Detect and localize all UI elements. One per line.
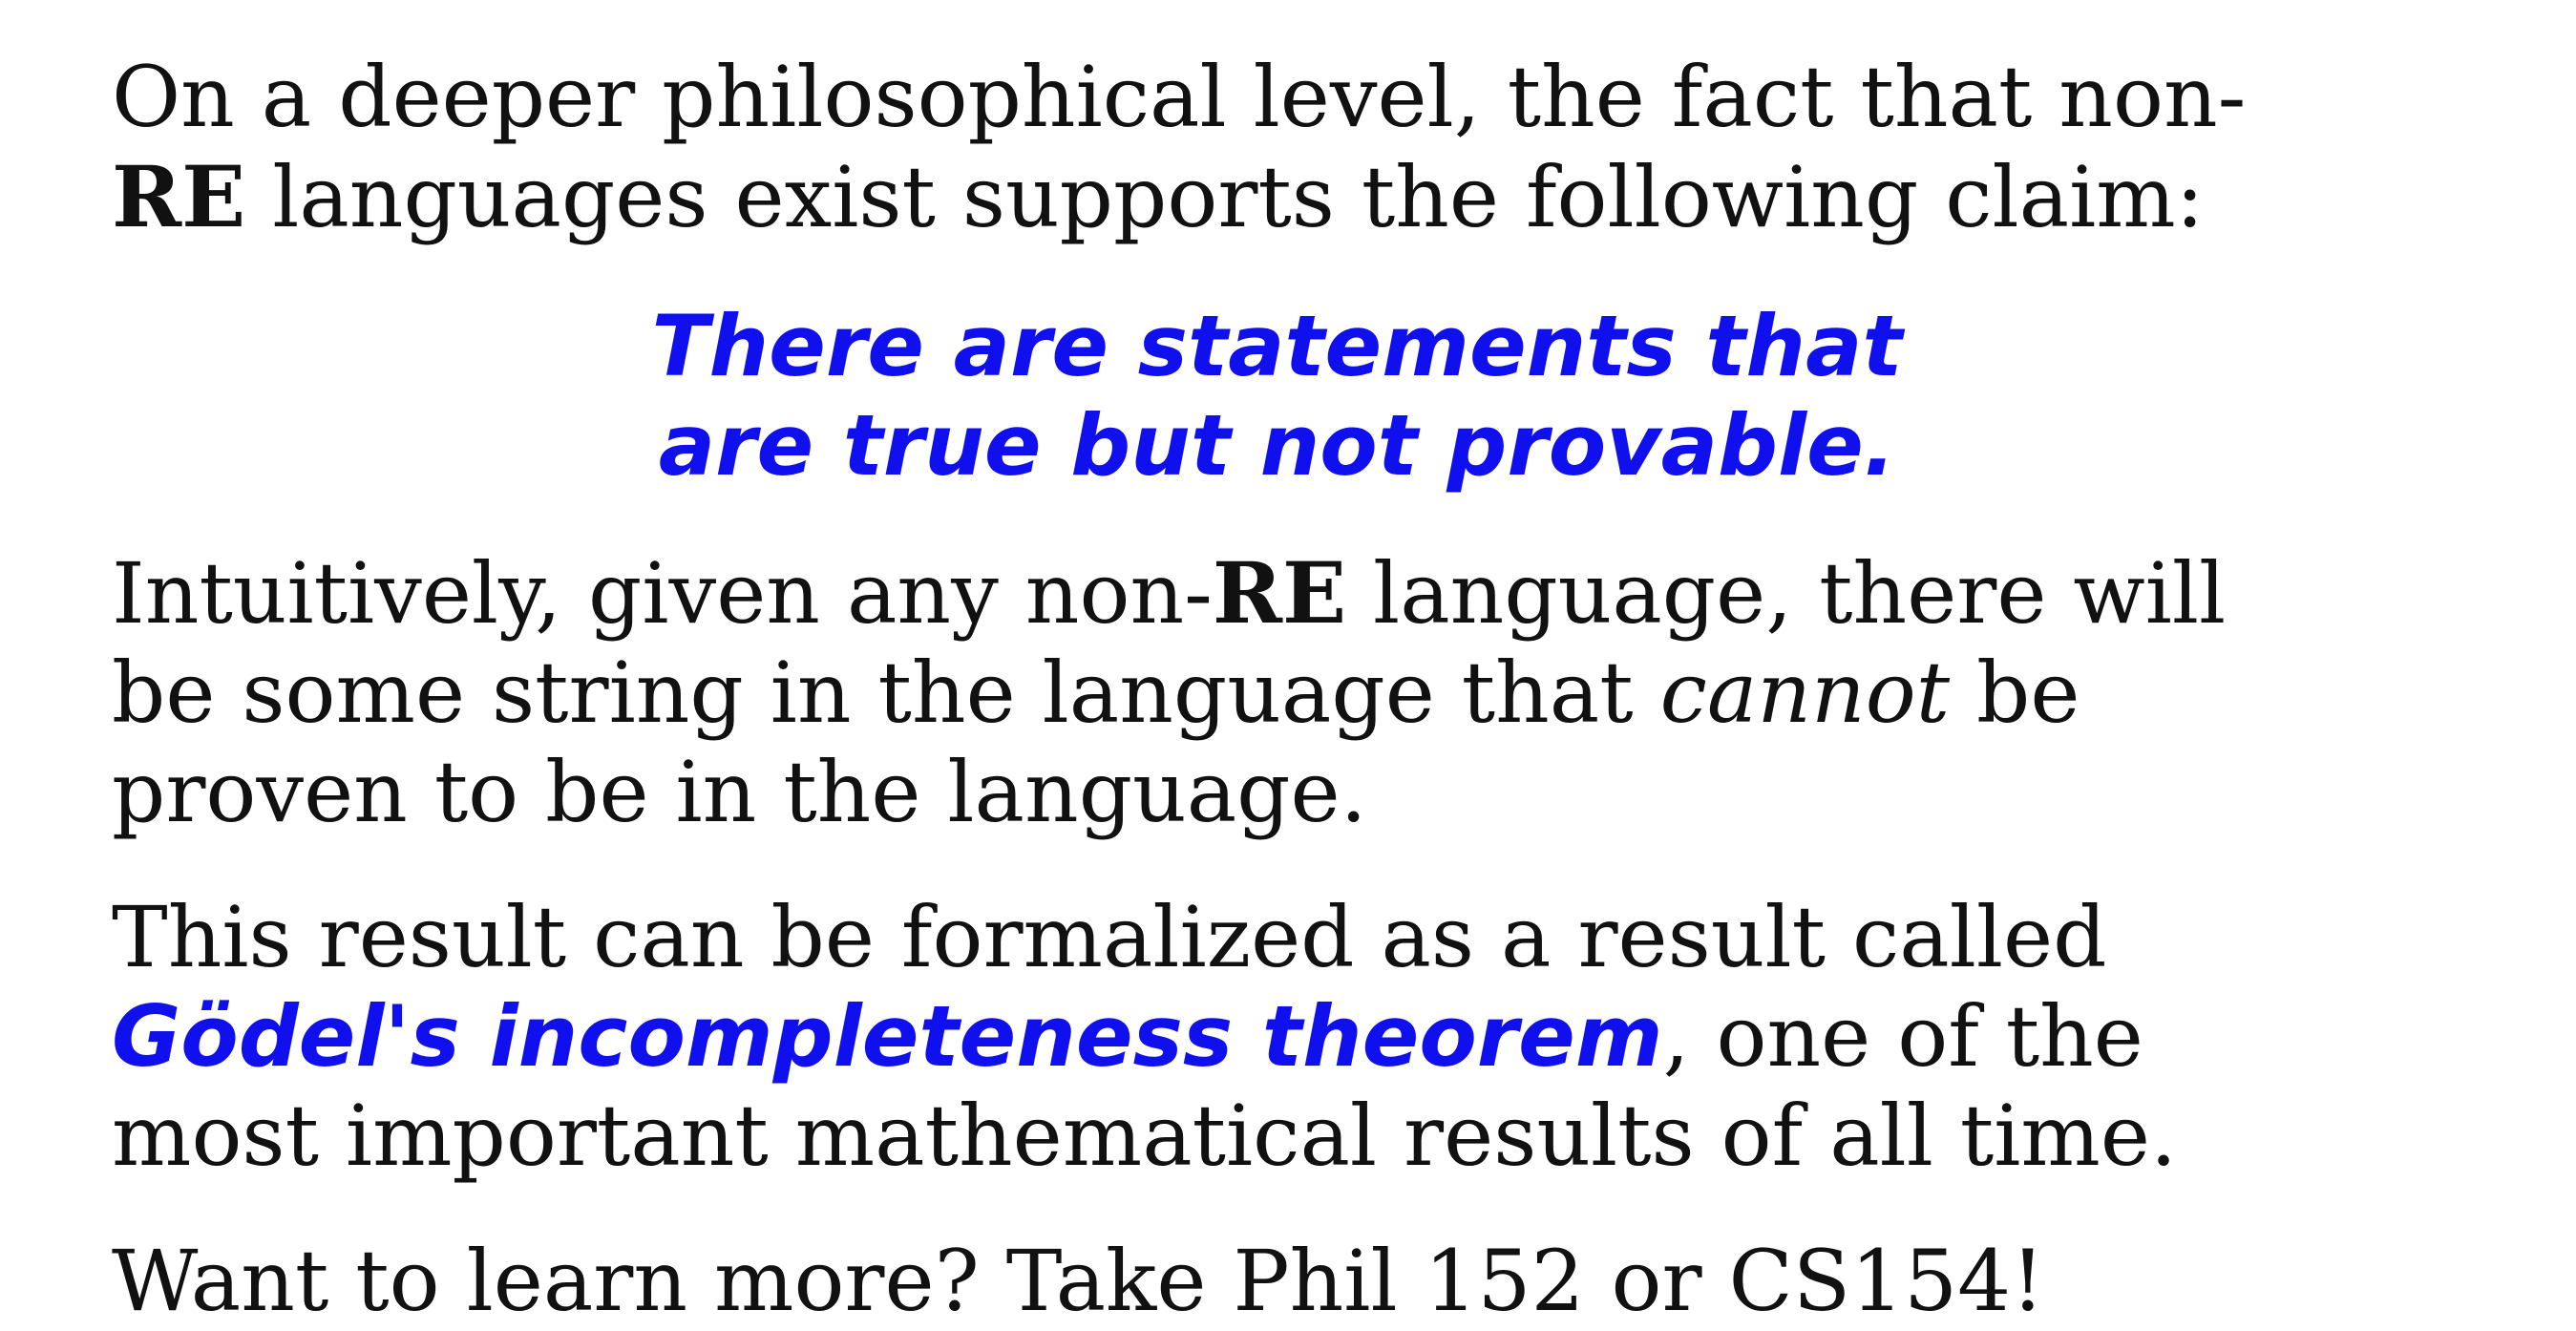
paragraph-line: On a deeper philosophical level, the fac…	[112, 48, 2442, 147]
paragraph-line: This result can be formalized as a resul…	[112, 888, 2442, 987]
paragraph-line: proven to be in the language.	[112, 743, 2442, 842]
paragraph-line: most important mathematical results of a…	[112, 1087, 2442, 1186]
paragraph-line: Intuitively, given any non-RE language, …	[112, 543, 2442, 644]
text-run: Intuitively, given any non-	[112, 544, 1213, 643]
paragraph-line: be some string in the language that cann…	[112, 644, 2442, 743]
slide: On a deeper philosophical level, the fac…	[0, 0, 2576, 1331]
claim-line-1: There are statements that	[651, 297, 1903, 395]
text-run: languages exist supports the following c…	[245, 148, 2205, 246]
paragraph-line: Want to learn more? Take Phil 152 or CS1…	[112, 1232, 2442, 1331]
paragraph-philosophical-claim: On a deeper philosophical level, the fac…	[112, 48, 2442, 247]
text-run: Want to learn more? Take Phil 152 or CS1…	[112, 1232, 2045, 1330]
paragraph-intuition: Intuitively, given any non-RE language, …	[112, 543, 2442, 842]
text-run: proven to be in the language.	[112, 743, 1367, 841]
bold-term-re: RE	[112, 147, 246, 246]
claim-line-2: are true but not provable.	[658, 396, 1896, 495]
highlighted-claim: There are statements that are true but n…	[112, 297, 2442, 496]
paragraph-line: Gödel's incompleteness theorem, one of t…	[112, 987, 2442, 1087]
text-run: language, there will	[1346, 544, 2227, 643]
text-run: be	[1950, 644, 2080, 742]
text-run: most important mathematical results of a…	[112, 1087, 2177, 1185]
text-run: On a deeper philosophical level, the fac…	[112, 48, 2247, 146]
text-run: be some string in the language that	[112, 644, 1660, 742]
text-run: , one of the	[1662, 987, 2143, 1086]
godel-theorem-term: Gödel's incompleteness theorem	[112, 987, 1663, 1086]
italic-word-cannot: cannot	[1659, 644, 1951, 742]
bold-term-re: RE	[1212, 543, 1347, 643]
paragraph-learn-more: Want to learn more? Take Phil 152 or CS1…	[112, 1232, 2442, 1331]
paragraph-godel: This result can be formalized as a resul…	[112, 888, 2442, 1186]
paragraph-line: RE languages exist supports the followin…	[112, 147, 2442, 247]
text-run: This result can be formalized as a resul…	[112, 888, 2107, 986]
